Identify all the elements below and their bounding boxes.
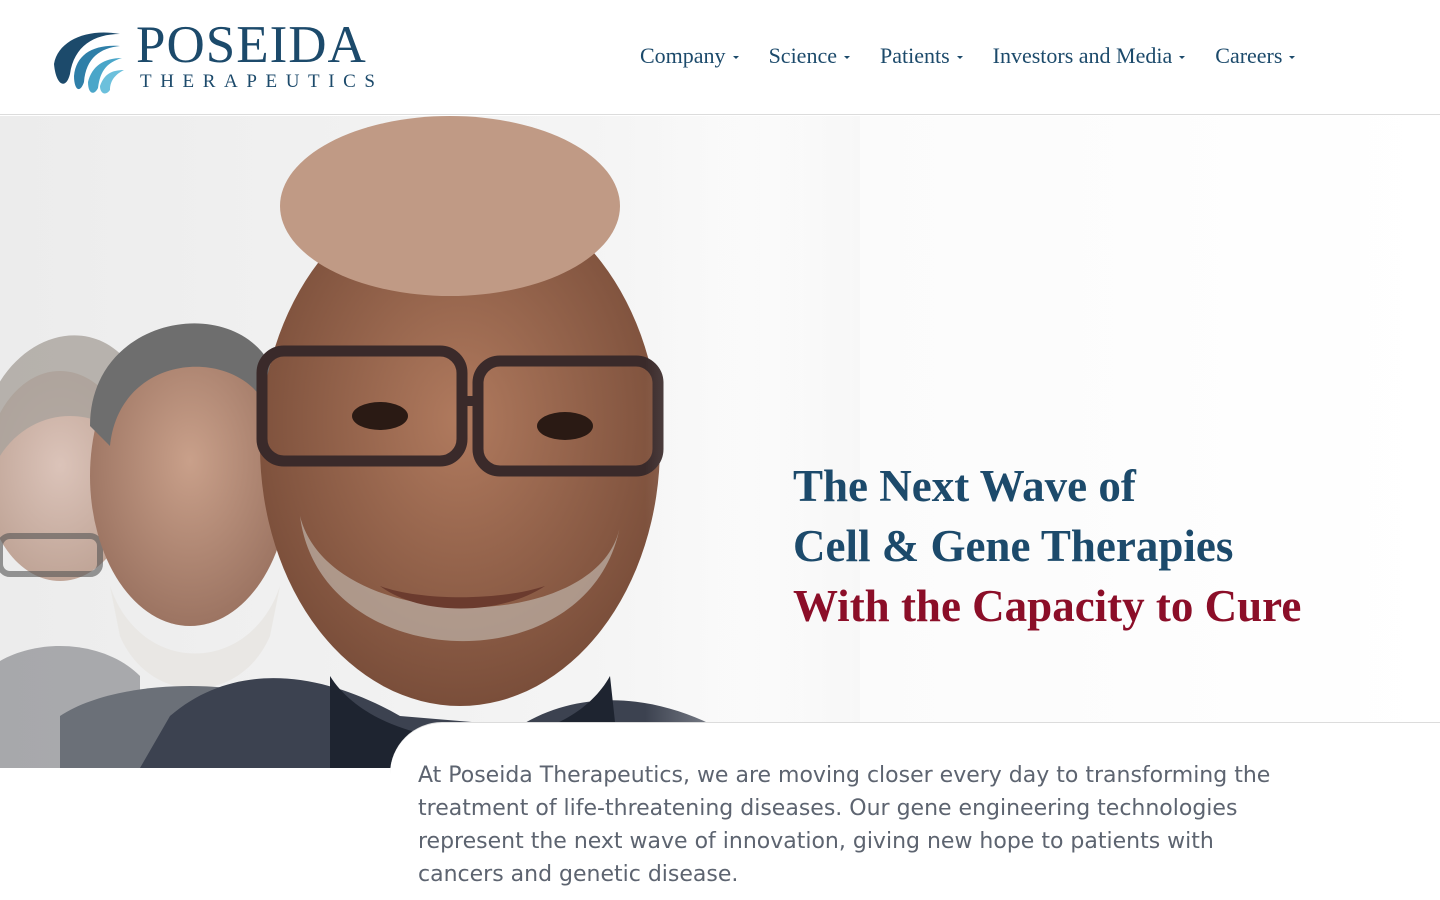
nav-item-label: Company <box>640 43 726 68</box>
caret-down-icon <box>1289 55 1296 59</box>
nav-item-science[interactable]: Science <box>769 43 850 69</box>
hero-headline: The Next Wave of Cell & Gene Therapies W… <box>793 456 1301 636</box>
main-nav: Company Science Patients Investors and M… <box>640 40 1296 72</box>
hero-headline-line-1: The Next Wave of <box>793 461 1136 511</box>
caret-down-icon <box>956 55 963 59</box>
nav-item-label: Science <box>768 43 837 68</box>
logo-wordmark: POSEIDA <box>136 16 367 74</box>
caret-down-icon <box>1179 55 1186 59</box>
hero-patients-photo <box>0 116 860 768</box>
site-header: POSEIDA THERAPEUTICS Company Science Pat… <box>0 0 1440 115</box>
nav-item-careers[interactable]: Careers <box>1215 43 1296 69</box>
nav-item-company[interactable]: Company <box>640 43 739 69</box>
nav-item-investors-and-media[interactable]: Investors and Media <box>993 43 1186 69</box>
intro-card: At Poseida Therapeutics, we are moving c… <box>390 722 1440 900</box>
intro-paragraph: At Poseida Therapeutics, we are moving c… <box>418 763 1271 887</box>
caret-down-icon <box>843 55 850 59</box>
nav-item-label: Patients <box>879 43 950 68</box>
hero-banner: The Next Wave of Cell & Gene Therapies W… <box>0 116 1440 768</box>
nav-item-patients[interactable]: Patients <box>880 43 963 69</box>
nav-item-label: Careers <box>1215 43 1283 68</box>
hero-headline-line-3: With the Capacity to Cure <box>793 581 1302 631</box>
nav-item-label: Investors and Media <box>992 43 1173 68</box>
logo[interactable]: POSEIDA THERAPEUTICS <box>48 18 398 94</box>
logo-tagline: THERAPEUTICS <box>140 71 384 92</box>
wave-logo-icon <box>54 32 124 94</box>
caret-down-icon <box>732 55 739 59</box>
hero-headline-line-2: Cell & Gene Therapies <box>793 521 1234 571</box>
